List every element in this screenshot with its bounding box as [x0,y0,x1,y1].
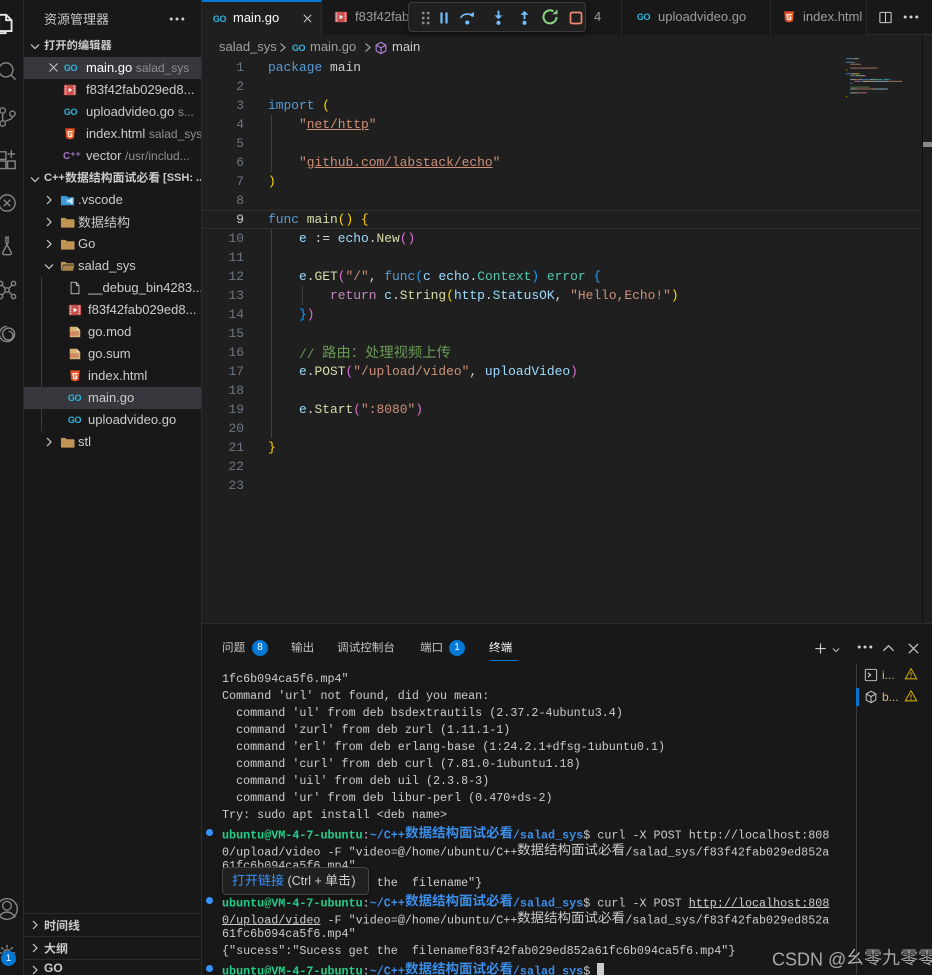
svg-text:GO: GO [70,354,79,360]
svg-text:GO: GO [70,332,79,338]
